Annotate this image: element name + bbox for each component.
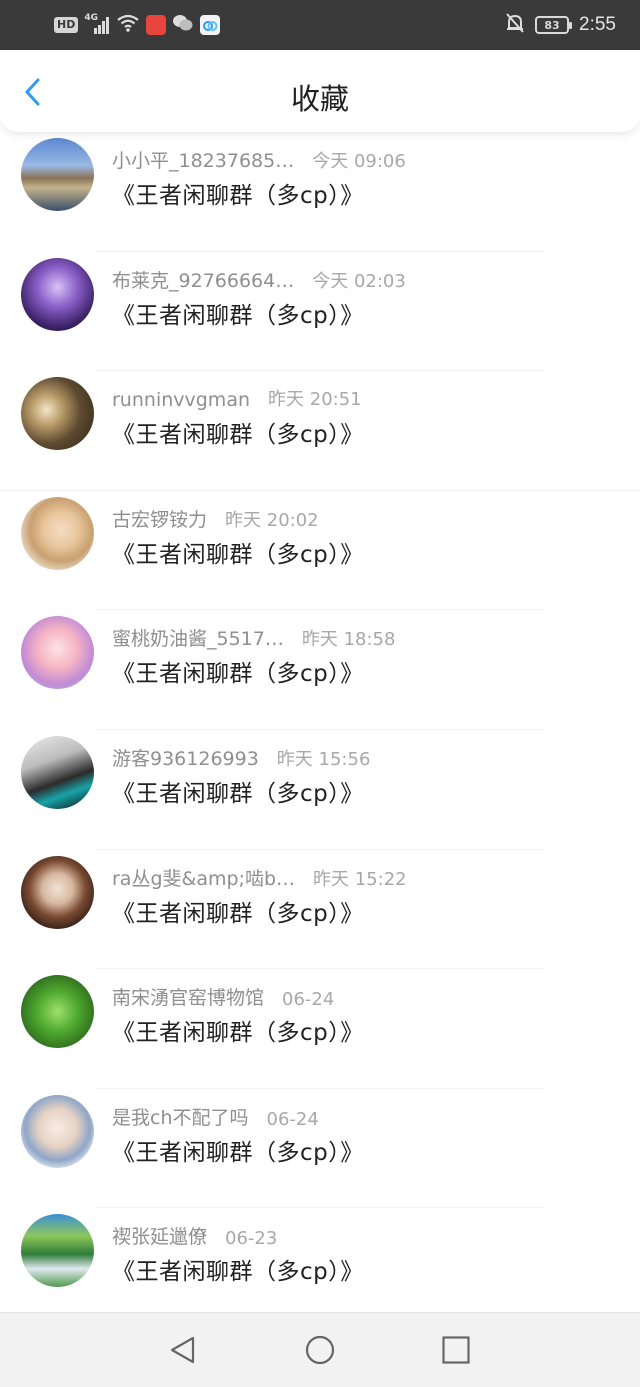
avatar: [21, 616, 94, 690]
message-text: 《王者闲聊群（多cp）》: [112, 780, 364, 807]
message-text: 《王者闲聊群（多cp）》: [112, 183, 364, 209]
timestamp: 昨天 15:56: [276, 748, 371, 770]
notifications-muted-icon: [505, 12, 525, 38]
message-text: 《王者闲聊群（多cp）》: [112, 1139, 364, 1166]
item-meta: runninvvgman 昨天 20:51: [112, 385, 362, 411]
sender-name: ra丛g斐&amp;啮b…: [112, 867, 296, 890]
circle-home-icon: [305, 1335, 335, 1365]
avatar: [21, 496, 94, 570]
timestamp: 06-23: [225, 1228, 278, 1250]
item-meta: 游客936126993 昨天 15:56: [112, 744, 370, 771]
list-item[interactable]: 游客936126993 昨天 15:56 《王者闲聊群（多cp）》: [0, 730, 640, 850]
item-meta: 蜜桃奶油酱_5517… 昨天 18:58: [112, 624, 395, 651]
timestamp: 06-24: [282, 989, 335, 1011]
header-bar: 收藏: [0, 50, 640, 132]
clock: 2:55: [579, 14, 616, 35]
avatar: [21, 377, 94, 451]
nav-home-button[interactable]: [305, 1335, 335, 1365]
sender-name: 蜜桃奶油酱_5517…: [112, 628, 284, 651]
avatar: [21, 855, 94, 929]
avatar: [21, 257, 94, 331]
page-title: 收藏: [290, 82, 349, 116]
timestamp: 昨天 18:58: [301, 629, 396, 651]
sender-name: 古宏锣铵力: [112, 508, 208, 531]
item-meta: ra丛g斐&amp;啮b… 昨天 15:22: [112, 864, 407, 891]
sender-name: 布莱克_92766664…: [112, 269, 295, 292]
battery-icon: 83: [535, 16, 573, 34]
list-item[interactable]: 禊张延邋僚 06-23 《王者闲聊群（多cp）》: [0, 1208, 640, 1328]
timestamp: 今天 02:03: [312, 270, 406, 292]
item-meta: 是我ch不配了吗 06-24: [112, 1103, 319, 1130]
wechat-icon: [172, 13, 194, 37]
avatar: [21, 1094, 94, 1168]
sender-name: 是我ch不配了吗: [112, 1106, 249, 1129]
status-icons-left: HD 4G: [54, 13, 221, 37]
avatar: [21, 975, 94, 1049]
avatar: [21, 735, 94, 809]
timestamp: 06-24: [266, 1108, 319, 1130]
item-meta: 古宏锣铵力 昨天 20:02: [112, 505, 319, 532]
sender-name: runninvvgman: [112, 389, 251, 412]
sender-name: 游客936126993: [112, 747, 259, 770]
list-item[interactable]: 南宋湧官窑博物馆 06-24 《王者闲聊群（多cp）》: [0, 969, 640, 1089]
avatar: [21, 1214, 94, 1288]
timestamp: 昨天 20:02: [225, 509, 319, 531]
message-text: 《王者闲聊群（多cp）》: [112, 1020, 364, 1047]
hd-icon: HD: [54, 17, 79, 33]
item-meta: 布莱克_92766664… 今天 02:03: [112, 266, 406, 293]
list-item[interactable]: 蜜桃奶油酱_5517… 昨天 18:58 《王者闲聊群（多cp）》: [0, 610, 640, 730]
sender-name: 禊张延邋僚: [112, 1226, 208, 1249]
sender-name: 小小平_18237685…: [112, 150, 295, 172]
message-text: 《王者闲聊群（多cp）》: [112, 541, 364, 568]
status-icons-right: 83 2:55: [505, 12, 616, 38]
favorites-list: 小小平_18237685… 今天 09:06 《王者闲聊群（多cp）》 布莱克_9…: [0, 132, 640, 1328]
message-text: 《王者闲聊群（多cp）》: [112, 302, 364, 329]
timestamp: 今天 09:06: [312, 151, 406, 172]
cellular-signal-icon: 4G: [84, 13, 110, 35]
system-navigation-bar: [0, 1312, 640, 1387]
app-notification-icon-red: [146, 15, 167, 35]
avatar: [21, 138, 94, 211]
triangle-back-icon: [170, 1336, 195, 1364]
item-meta: 小小平_18237685… 今天 09:06: [112, 146, 406, 173]
list-item[interactable]: 小小平_18237685… 今天 09:06 《王者闲聊群（多cp）》: [0, 132, 640, 252]
nav-back-button[interactable]: [168, 1335, 198, 1365]
status-bar: HD 4G 83 2:55: [0, 0, 640, 50]
item-meta: 南宋湧官窑博物馆 06-24: [112, 983, 334, 1010]
timestamp: 昨天 20:51: [268, 389, 362, 411]
chevron-left-icon: [25, 78, 40, 106]
message-text: 《王者闲聊群（多cp）》: [112, 661, 364, 688]
back-button[interactable]: [18, 76, 50, 108]
message-text: 《王者闲聊群（多cp）》: [112, 422, 364, 449]
list-item[interactable]: 布莱克_92766664… 今天 02:03 《王者闲聊群（多cp）》: [0, 252, 640, 372]
wifi-icon: [116, 13, 140, 37]
sender-name: 南宋湧官窑博物馆: [112, 987, 265, 1010]
list-item[interactable]: 是我ch不配了吗 06-24 《王者闲聊群（多cp）》: [0, 1089, 640, 1209]
cloud-app-icon: [200, 15, 221, 35]
list-item[interactable]: ra丛g斐&amp;啮b… 昨天 15:22 《王者闲聊群（多cp）》: [0, 850, 640, 970]
list-item[interactable]: runninvvgman 昨天 20:51 《王者闲聊群（多cp）》: [0, 371, 640, 491]
list-item[interactable]: 古宏锣铵力 昨天 20:02 《王者闲聊群（多cp）》: [0, 491, 640, 611]
timestamp: 昨天 15:22: [313, 868, 407, 890]
message-text: 《王者闲聊群（多cp）》: [112, 900, 364, 927]
nav-recents-button[interactable]: [441, 1335, 471, 1365]
message-text: 《王者闲聊群（多cp）》: [112, 1259, 364, 1286]
square-recents-icon: [442, 1336, 470, 1364]
item-meta: 禊张延邋僚 06-23: [112, 1222, 277, 1249]
